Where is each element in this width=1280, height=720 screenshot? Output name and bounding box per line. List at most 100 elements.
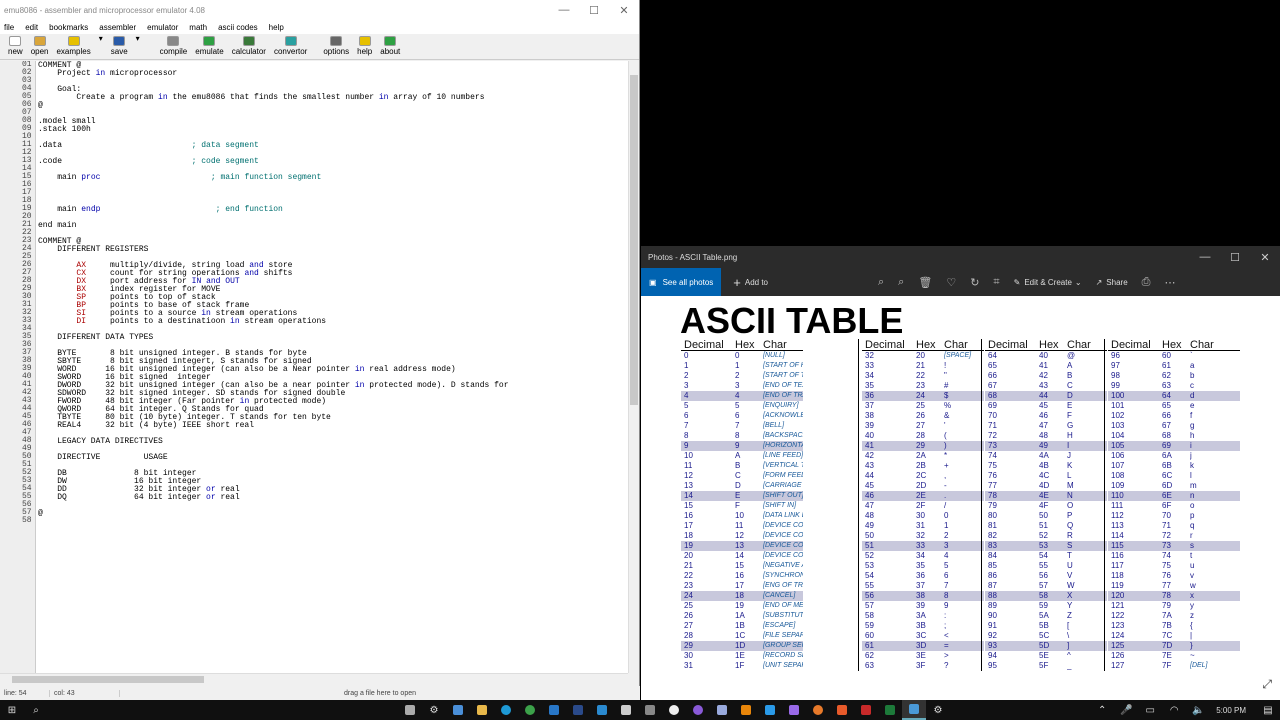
excel-icon[interactable] xyxy=(878,700,902,720)
code-line[interactable] xyxy=(38,502,509,510)
photos-title-bar[interactable]: Photos - ASCII Table.png — ☐ ✕ xyxy=(641,246,1280,268)
toolbar-open-button[interactable]: open xyxy=(27,34,53,56)
code-line[interactable] xyxy=(38,190,509,198)
rotate-icon[interactable]: ↻ xyxy=(970,276,979,289)
vscode-icon[interactable] xyxy=(590,700,614,720)
share-button[interactable]: ↗ Share xyxy=(1096,278,1128,287)
notepad-icon[interactable] xyxy=(710,700,734,720)
clock-time[interactable]: 5:00 PM xyxy=(1216,706,1246,715)
photos-close-icon[interactable]: ✕ xyxy=(1250,251,1280,264)
toolbar-examples-button[interactable]: examples xyxy=(52,34,94,56)
photos-taskbar-icon[interactable]: ⚙ xyxy=(926,700,950,720)
close-icon[interactable]: ✕ xyxy=(609,4,639,17)
github-icon[interactable] xyxy=(662,700,686,720)
toolbar-new-button[interactable]: new xyxy=(4,34,27,56)
menu-emulator[interactable]: emulator xyxy=(147,23,178,32)
code-line[interactable]: main proc ; main function segment xyxy=(38,174,509,182)
menu-file[interactable]: file xyxy=(4,23,14,32)
microphone-icon[interactable]: 🎤 xyxy=(1114,700,1138,720)
menu-math[interactable]: math xyxy=(189,23,207,32)
notes-icon[interactable] xyxy=(614,700,638,720)
vertical-scroll-thumb[interactable] xyxy=(630,75,638,405)
code-line[interactable]: DIRECTIVE USAGE xyxy=(38,454,509,462)
expand-icon[interactable]: ⤢ xyxy=(1262,677,1272,692)
toolbar-calculator-button[interactable]: calculator xyxy=(228,34,270,56)
code-line[interactable]: .code ; code segment xyxy=(38,158,509,166)
see-all-photos-button[interactable]: ▣ See all photos xyxy=(641,268,722,296)
toolbar-help-button[interactable]: help xyxy=(353,34,376,56)
powershell-icon[interactable] xyxy=(566,700,590,720)
outlook-icon[interactable] xyxy=(542,700,566,720)
code-editor[interactable]: 01 02 03 04 05 06 07 08 09 10 11 12 13 14 15 16 17 18 19 20… xyxy=(0,61,628,673)
edit-create-button[interactable]: ✎ Edit & Create ⌄ xyxy=(1014,278,1082,287)
code-line[interactable] xyxy=(38,518,509,526)
email-icon[interactable] xyxy=(446,700,470,720)
toolbar-compile-button[interactable]: compile xyxy=(156,34,192,56)
code-line[interactable]: .model small xyxy=(38,118,509,126)
emu-title-bar[interactable]: emu8086 - assembler and microprocessor e… xyxy=(0,0,639,20)
code-line[interactable]: DIFFERENT REGISTERS xyxy=(38,246,509,254)
code-line[interactable]: DIFFERENT DATA TYPES xyxy=(38,334,509,342)
messenger-icon[interactable] xyxy=(686,700,710,720)
taskbar-orange-app-icon[interactable] xyxy=(830,700,854,720)
premiere-icon[interactable] xyxy=(782,700,806,720)
menu-help[interactable]: help xyxy=(269,23,284,32)
code-line[interactable]: end main xyxy=(38,222,509,230)
zoom-out-icon[interactable]: ⌕ xyxy=(898,276,904,289)
tray-chevron-up-icon[interactable]: ⌃ xyxy=(1090,700,1114,720)
chrome-icon[interactable] xyxy=(518,700,542,720)
delete-icon[interactable]: 🗑 xyxy=(918,276,932,289)
code-line[interactable]: .data ; data segment xyxy=(38,142,509,150)
code-line[interactable]: DQ 64 bit integer or real xyxy=(38,494,509,502)
media-icon[interactable] xyxy=(638,700,662,720)
crop-icon[interactable]: ⌗ xyxy=(993,276,999,289)
network-icon[interactable]: ▭ xyxy=(1138,700,1162,720)
start-windows-icon[interactable]: ⊞ xyxy=(0,700,24,720)
code-line[interactable] xyxy=(38,78,509,86)
code-line[interactable]: Create a program in the emu8086 that fin… xyxy=(38,94,509,102)
code-line[interactable]: REAL4 32 bit (4 byte) IEEE short real xyxy=(38,422,509,430)
toolbar-about-button[interactable]: about xyxy=(376,34,404,56)
settings-gear-icon[interactable]: ⚙ xyxy=(422,700,446,720)
photos-minimize-icon[interactable]: — xyxy=(1190,251,1220,263)
code-line[interactable]: .stack 100h xyxy=(38,126,509,134)
code-line[interactable] xyxy=(38,230,509,238)
edge-browser-icon[interactable] xyxy=(494,700,518,720)
menu-edit[interactable]: edit xyxy=(25,23,38,32)
menu-bookmarks[interactable]: bookmarks xyxy=(49,23,88,32)
more-options-icon[interactable]: ⋯ xyxy=(1164,276,1175,289)
maximize-icon[interactable]: ☐ xyxy=(579,4,609,17)
horizontal-scroll-thumb[interactable] xyxy=(12,676,204,683)
taskbar-red-app-icon[interactable] xyxy=(854,700,878,720)
illustrator-icon[interactable] xyxy=(734,700,758,720)
source-code[interactable]: COMMENT @ Project in microprocessor Goal… xyxy=(38,62,509,526)
minimize-icon[interactable]: — xyxy=(549,4,579,16)
file-explorer-icon[interactable] xyxy=(470,700,494,720)
zoom-in-icon[interactable]: ⌕ xyxy=(878,276,884,289)
toolbar-options-button[interactable]: options xyxy=(319,34,353,56)
code-line[interactable] xyxy=(38,214,509,222)
code-line[interactable] xyxy=(38,110,509,118)
code-line[interactable] xyxy=(38,182,509,190)
search-icon[interactable]: ⌕ xyxy=(24,700,48,720)
dropdown-arrow-icon[interactable]: ▾ xyxy=(95,34,107,43)
menu-ascii-codes[interactable]: ascii codes xyxy=(218,23,258,32)
print-icon[interactable]: ⎙ xyxy=(1142,276,1151,289)
dropdown-arrow-icon[interactable]: ▾ xyxy=(132,34,144,43)
volume-icon[interactable]: 🔈 xyxy=(1186,700,1210,720)
add-to-button[interactable]: + Add to xyxy=(733,275,768,290)
code-line[interactable]: LEGACY DATA DIRECTIVES xyxy=(38,438,509,446)
code-line[interactable]: @ xyxy=(38,510,509,518)
blender-icon[interactable] xyxy=(806,700,830,720)
notifications-icon[interactable]: ▤ xyxy=(1256,700,1280,720)
toolbar-convertor-button[interactable]: convertor xyxy=(270,34,311,56)
code-line[interactable]: @ xyxy=(38,102,509,110)
code-line[interactable]: Project in microprocessor xyxy=(38,70,509,78)
emu8086-taskbar-icon[interactable] xyxy=(902,700,926,720)
menu-assembler[interactable]: assembler xyxy=(99,23,136,32)
code-line[interactable]: main endp ; end function xyxy=(38,206,509,214)
toolbar-emulate-button[interactable]: emulate xyxy=(191,34,227,56)
toolbar-save-button[interactable]: save xyxy=(107,34,132,56)
photos-maximize-icon[interactable]: ☐ xyxy=(1220,251,1250,264)
favorite-heart-icon[interactable]: ♡ xyxy=(946,276,956,289)
